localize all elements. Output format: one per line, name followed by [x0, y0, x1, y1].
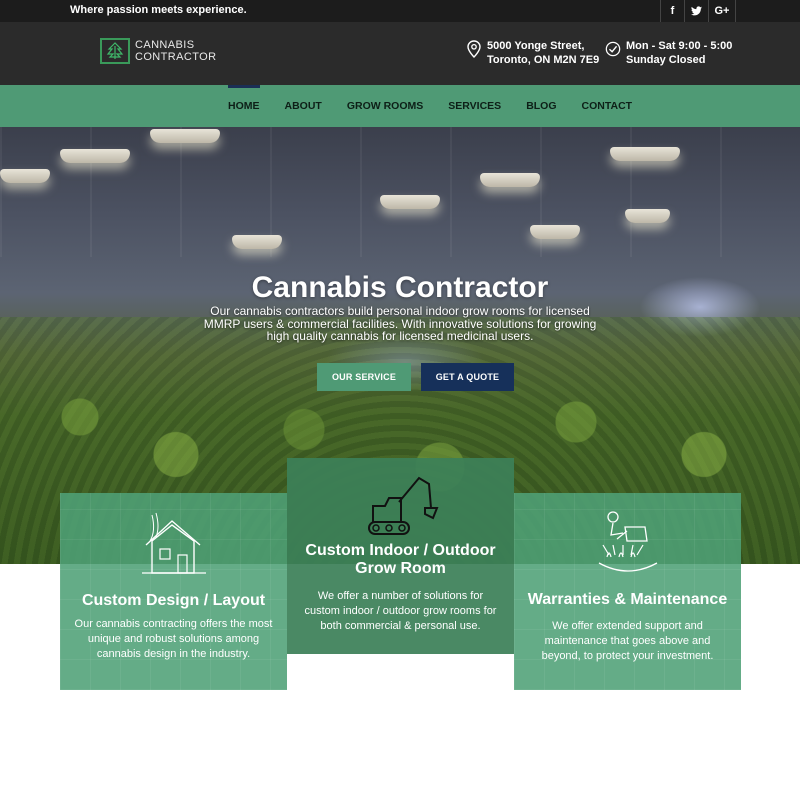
google-plus-icon[interactable]: G+	[708, 0, 736, 22]
address-block: 5000 Yonge Street, Toronto, ON M2N 7E9	[466, 39, 599, 67]
grow-lamp	[232, 235, 282, 249]
facebook-icon[interactable]: f	[660, 0, 684, 22]
feature-text: Our cannabis contracting offers the most…	[74, 618, 273, 660]
feature-card-design[interactable]: Custom Design / Layout Our cannabis cont…	[60, 493, 287, 690]
address-line-1: 5000 Yonge Street,	[487, 40, 585, 52]
hero-subtitle: Our cannabis contractors build personal …	[203, 304, 597, 343]
nav-item-home[interactable]: HOME	[220, 85, 268, 127]
nav-item-about[interactable]: ABOUT	[277, 85, 330, 127]
grow-lamp	[610, 147, 680, 161]
feature-title: Custom Design / Layout	[81, 592, 266, 609]
logo-line-2: CONTRACTOR	[135, 51, 217, 63]
our-service-button[interactable]: OUR SERVICE	[317, 363, 411, 391]
hours-line-2: Sunday Closed	[626, 54, 706, 66]
twitter-icon[interactable]	[684, 0, 708, 22]
feature-title: Warranties & Maintenance	[527, 591, 728, 608]
grow-lamp	[530, 225, 580, 239]
grow-lamp	[625, 209, 670, 223]
nav-item-contact[interactable]: CONTACT	[574, 85, 641, 127]
top-bar: Where passion meets experience. f G+	[0, 0, 800, 22]
nav-item-grow-rooms[interactable]: GROW ROOMS	[339, 85, 431, 127]
check-circle-icon	[605, 41, 621, 57]
grow-lamp	[380, 195, 440, 209]
address-line-2: Toronto, ON M2N 7E9	[487, 54, 600, 66]
feature-title: Custom Indoor / Outdoor Grow Room	[305, 542, 496, 577]
hours-block: Mon - Sat 9:00 - 5:00 Sunday Closed	[605, 39, 732, 67]
house-sketch-icon	[141, 512, 206, 574]
grow-lamp	[150, 129, 220, 143]
feature-card-grow-room[interactable]: Custom Indoor / Outdoor Grow Room We off…	[287, 458, 514, 654]
grow-lamp	[480, 173, 540, 187]
hero-title: Cannabis Contractor	[251, 271, 549, 304]
hero-background-ceiling	[0, 127, 800, 257]
grow-lamp	[0, 169, 50, 183]
site-header: CANNABIS CONTRACTOR 5000 Yonge Street, T…	[0, 22, 800, 85]
feature-card-maintenance[interactable]: Warranties & Maintenance We offer extend…	[514, 493, 741, 690]
main-nav: HOME ABOUT GROW ROOMS SERVICES BLOG CONT…	[0, 85, 800, 127]
hours-line-1: Mon - Sat 9:00 - 5:00	[626, 40, 733, 52]
feature-text: We offer a number of solutions for custo…	[304, 590, 497, 632]
social-links: f G+	[660, 0, 736, 22]
nav-item-blog[interactable]: BLOG	[518, 85, 564, 127]
excavator-icon	[367, 476, 438, 535]
grow-lamp	[60, 149, 130, 163]
tree-logo-icon	[100, 38, 130, 64]
location-pin-icon	[467, 40, 481, 58]
logo-line-1: CANNABIS	[135, 39, 195, 51]
tagline: Where passion meets experience.	[70, 4, 247, 16]
nav-item-services[interactable]: SERVICES	[440, 85, 509, 127]
get-a-quote-button[interactable]: GET A QUOTE	[421, 363, 514, 391]
logo[interactable]: CANNABIS CONTRACTOR	[100, 38, 216, 64]
watering-can-icon	[598, 511, 657, 572]
feature-text: We offer extended support and maintenanc…	[541, 620, 714, 662]
